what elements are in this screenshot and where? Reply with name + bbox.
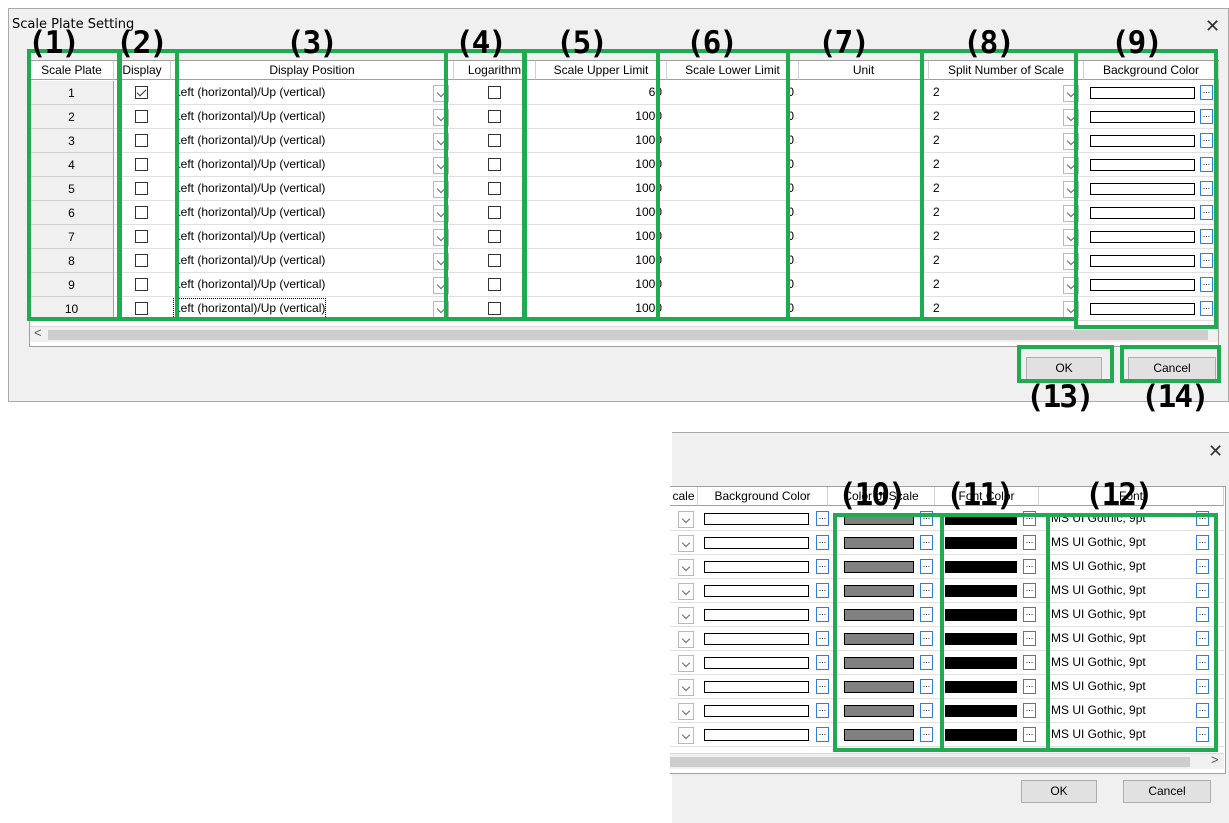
background-color-swatch [704, 561, 809, 573]
annotation-label: (7) [818, 25, 870, 61]
chevron-down-icon[interactable] [678, 607, 694, 624]
ok-button[interactable]: OK [1021, 780, 1097, 803]
annotation-label: (9) [1111, 25, 1163, 61]
background-color-swatch [704, 633, 809, 645]
annotation-label: (10) [838, 477, 907, 513]
chevron-down-icon[interactable] [678, 583, 694, 600]
ellipsis-button-icon[interactable]: ... [816, 631, 829, 646]
highlight-box [444, 49, 527, 321]
scroll-right-icon[interactable]: > [1211, 752, 1219, 767]
highlight-box [522, 49, 660, 321]
highlight-box [27, 49, 122, 321]
chevron-down-icon[interactable] [678, 727, 694, 744]
chevron-down-icon[interactable] [678, 655, 694, 672]
annotation-label: (2) [116, 25, 168, 61]
highlight-box [1120, 345, 1221, 383]
ellipsis-button-icon[interactable]: ... [816, 607, 829, 622]
annotation-label: (13) [1026, 379, 1095, 415]
close-icon[interactable]: ✕ [1205, 18, 1220, 36]
background-color-swatch [704, 537, 809, 549]
scrollbar-thumb[interactable] [48, 330, 1208, 340]
column-header[interactable]: cale [670, 487, 698, 506]
ellipsis-button-icon[interactable]: ... [816, 511, 829, 526]
chevron-down-icon[interactable] [678, 679, 694, 696]
background-color-swatch [704, 657, 809, 669]
highlight-box [1074, 49, 1218, 329]
background-color-swatch [704, 705, 809, 717]
scroll-left-icon[interactable]: < [34, 325, 42, 340]
annotation-label: (4) [455, 25, 507, 61]
cancel-button[interactable]: Cancel [1123, 780, 1211, 803]
chevron-down-icon[interactable] [678, 559, 694, 576]
annotation-label: (5) [556, 25, 608, 61]
background-color-swatch [704, 681, 809, 693]
highlight-box [786, 49, 924, 321]
ellipsis-button-icon[interactable]: ... [816, 727, 829, 742]
annotation-label: (12) [1085, 477, 1154, 513]
annotation-label: (8) [963, 25, 1015, 61]
ellipsis-button-icon[interactable]: ... [816, 655, 829, 670]
background-color-swatch [704, 585, 809, 597]
background-color-swatch [704, 729, 809, 741]
chevron-down-icon[interactable] [678, 703, 694, 720]
highlight-box [175, 49, 448, 321]
annotation-label: (6) [686, 25, 738, 61]
chevron-down-icon[interactable] [678, 535, 694, 552]
close-icon[interactable]: ✕ [1208, 443, 1223, 461]
annotation-label: (3) [286, 25, 338, 61]
horizontal-scrollbar[interactable]: > [670, 752, 1224, 769]
scrollbar-thumb[interactable] [670, 757, 1190, 767]
ellipsis-button-icon[interactable]: ... [816, 535, 829, 550]
ellipsis-button-icon[interactable]: ... [816, 679, 829, 694]
highlight-box [940, 513, 1050, 752]
highlight-box [656, 49, 790, 321]
column-header[interactable]: Background Color [698, 487, 828, 506]
background-color-swatch [704, 513, 809, 525]
chevron-down-icon[interactable] [678, 511, 694, 528]
ellipsis-button-icon[interactable]: ... [816, 559, 829, 574]
annotation-label: (1) [28, 25, 80, 61]
background-color-swatch [704, 609, 809, 621]
highlight-box [833, 513, 944, 752]
annotation-label: (11) [946, 477, 1015, 513]
highlight-box [920, 49, 1078, 321]
ellipsis-button-icon[interactable]: ... [816, 583, 829, 598]
chevron-down-icon[interactable] [678, 631, 694, 648]
highlight-box [1046, 513, 1218, 752]
highlight-box [117, 49, 179, 321]
ellipsis-button-icon[interactable]: ... [816, 703, 829, 718]
highlight-box [1017, 345, 1114, 383]
horizontal-scrollbar[interactable]: < [30, 325, 1218, 342]
annotation-label: (14) [1141, 379, 1210, 415]
